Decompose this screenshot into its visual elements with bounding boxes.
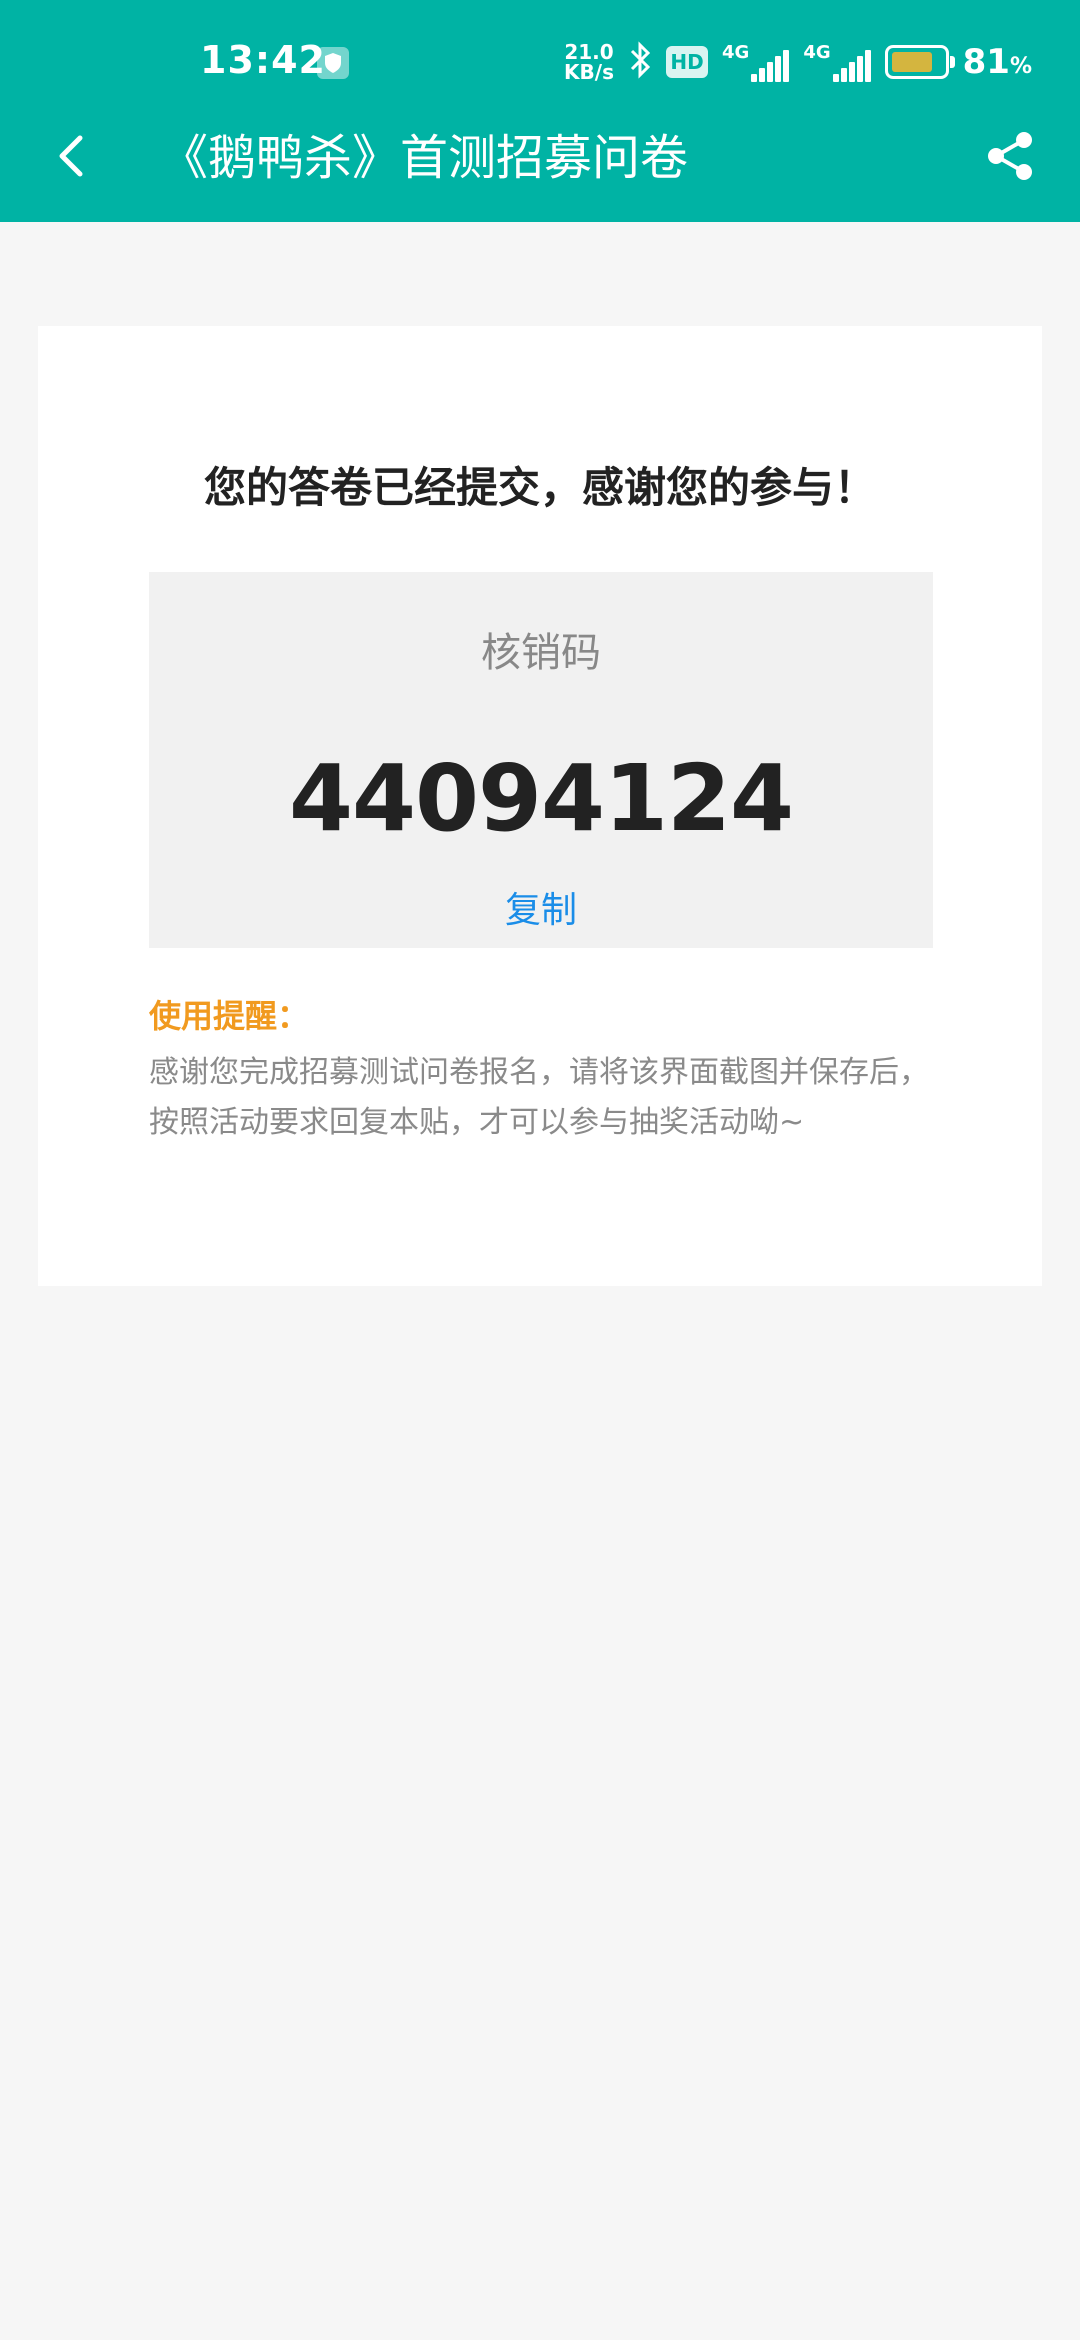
nav-bar: 《鹅鸭杀》首测招募问卷	[0, 118, 1080, 198]
code-label: 核销码	[481, 630, 601, 676]
verification-code-box: 核销码 44094124 复制	[149, 572, 933, 948]
chevron-left-icon[interactable]	[46, 128, 102, 184]
signal-icon-2: 4G	[803, 42, 871, 82]
hd-voice-icon: HD	[666, 46, 708, 78]
status-icons: 21.0 KB/s HD 4G 4G 81%	[564, 36, 1032, 88]
network-type-2: 4G	[803, 42, 831, 63]
battery-unit: %	[1009, 54, 1032, 79]
battery-percent: 81	[962, 42, 1010, 82]
net-speed-value: 21.0	[564, 40, 614, 64]
share-icon[interactable]	[980, 126, 1040, 186]
status-bar: 13:42 21.0 KB/s HD 4G 4G 81%	[0, 0, 1080, 128]
success-message: 您的答卷已经提交，感谢您的参与！	[203, 463, 876, 512]
net-speed-unit: KB/s	[564, 60, 614, 84]
page-title: 《鹅鸭杀》首测招募问卷	[160, 130, 689, 186]
battery-level: 81%	[963, 42, 1032, 82]
verification-code: 44094124	[288, 745, 794, 852]
battery-icon	[884, 45, 955, 79]
notice-body: 感谢您完成招募测试问卷报名，请将该界面截图并保存后，按照活动要求回复本贴，才可以…	[149, 1055, 929, 1140]
signal-icon-1: 4G	[722, 42, 790, 82]
copy-button[interactable]: 复制	[149, 888, 933, 934]
network-type-1: 4G	[722, 42, 750, 63]
bluetooth-icon	[628, 40, 652, 84]
status-time: 13:42	[200, 38, 326, 82]
notice-title: 使用提醒：	[149, 997, 310, 1035]
result-card: 您的答卷已经提交，感谢您的参与！ 核销码 44094124 复制 使用提醒： 感…	[38, 326, 1042, 1286]
shield-icon	[316, 46, 350, 80]
net-speed: 21.0 KB/s	[564, 42, 614, 82]
app-header: 13:42 21.0 KB/s HD 4G 4G 81% 《鹅鸭杀》首测招募问卷	[0, 0, 1080, 222]
